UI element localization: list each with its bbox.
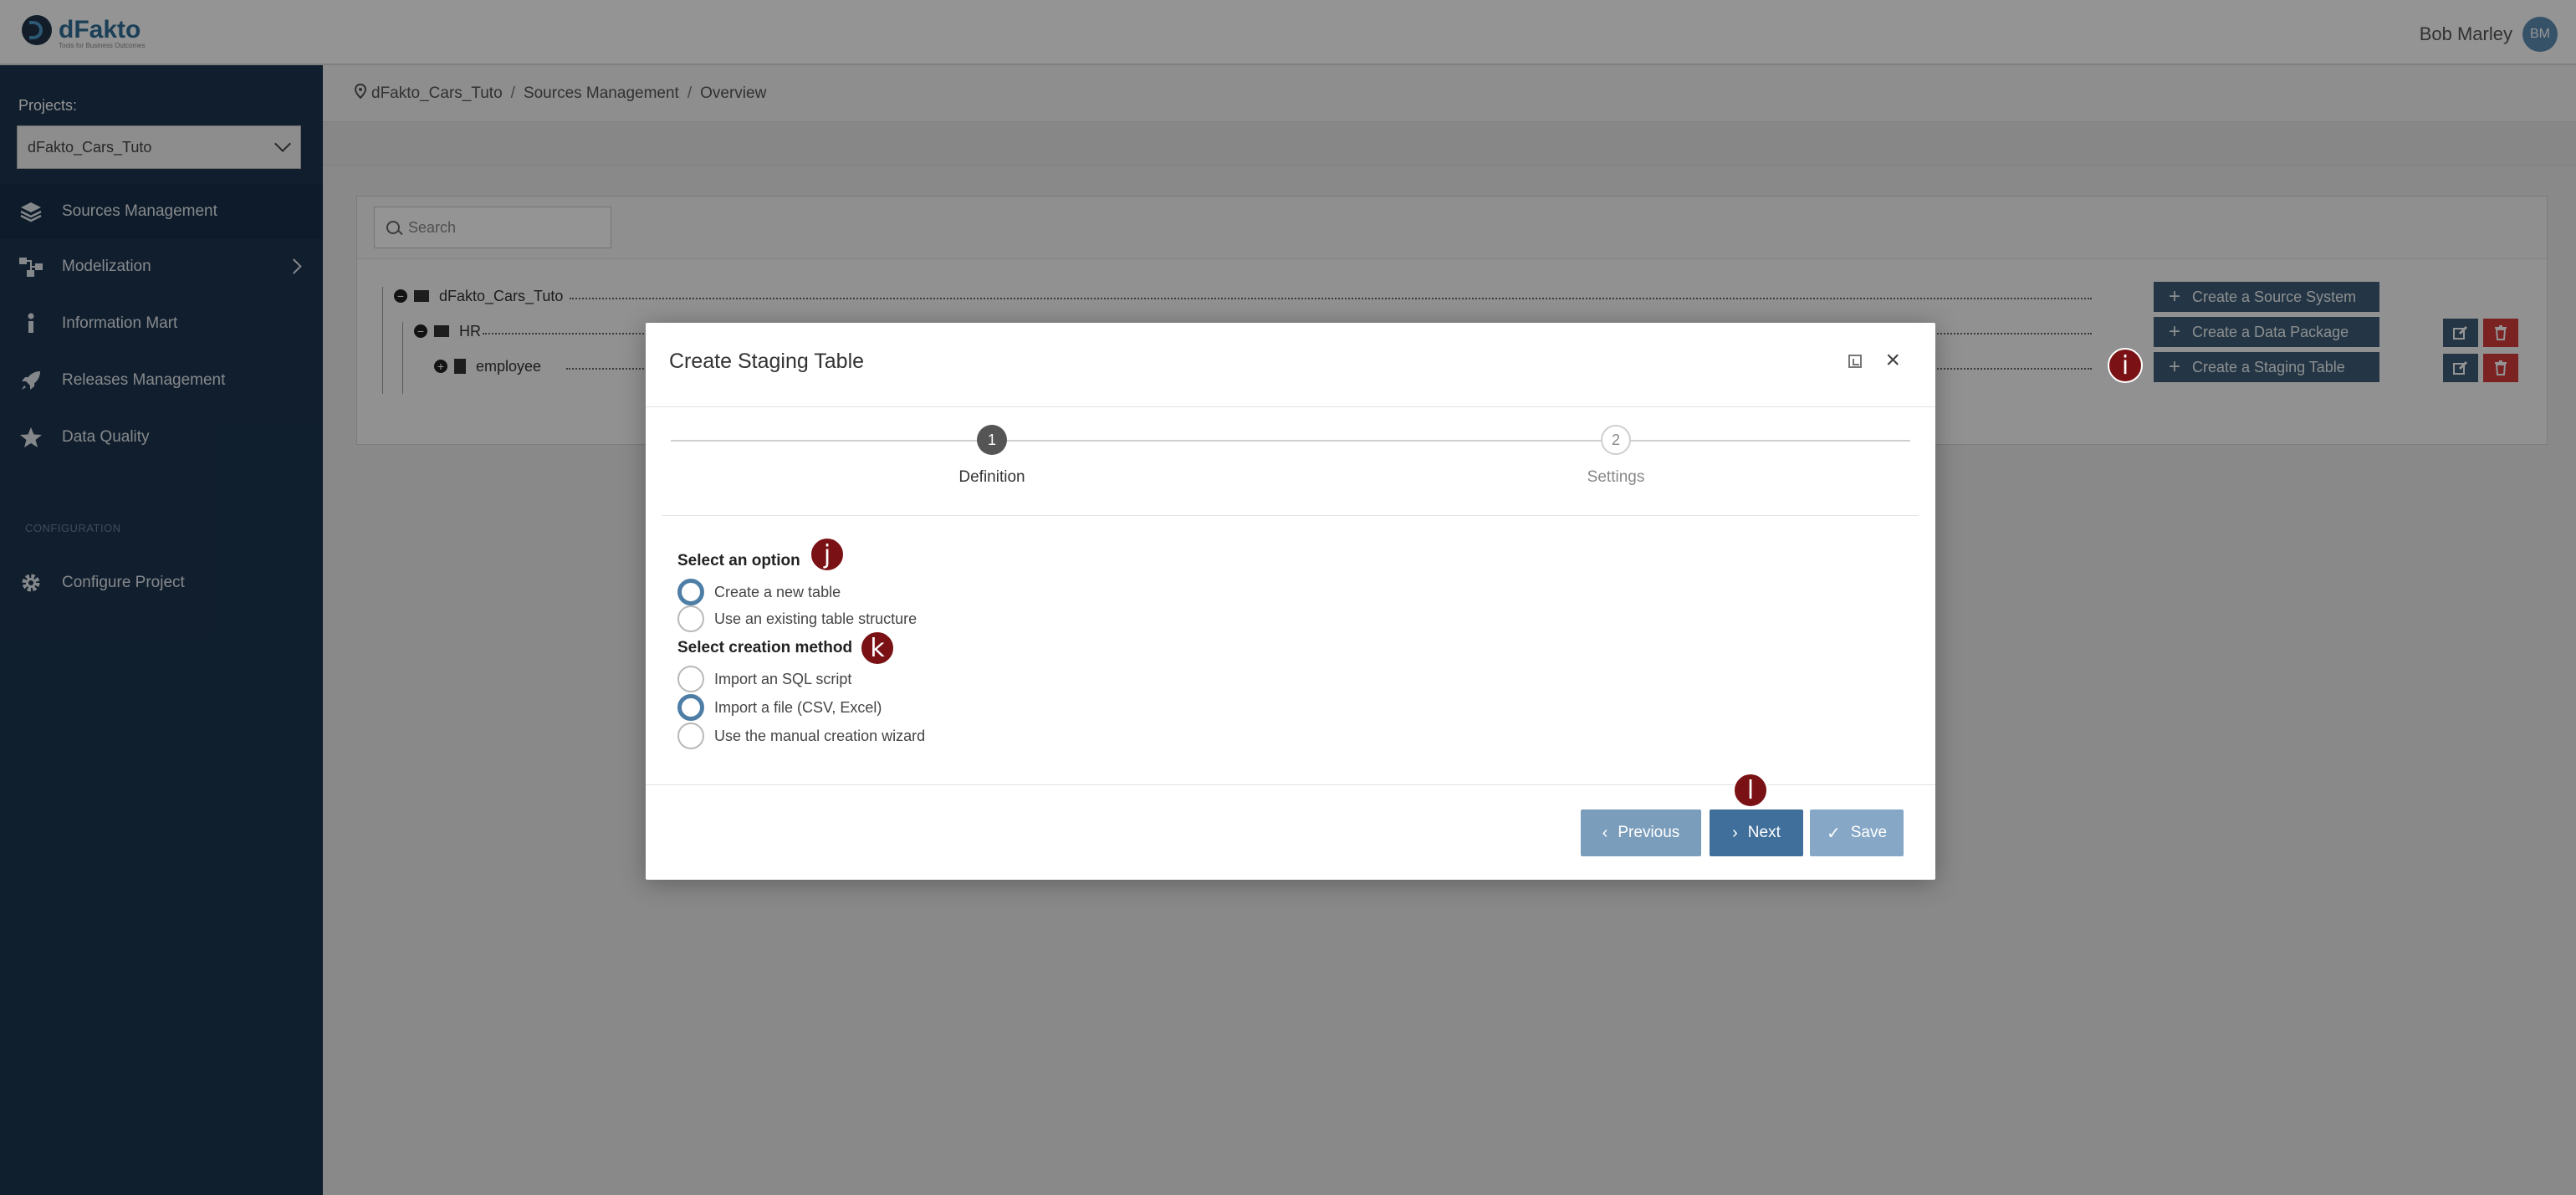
radio-button[interactable] (677, 579, 704, 605)
radio-button[interactable] (677, 605, 704, 632)
method-import-sql-script[interactable]: Import an SQL script (677, 666, 851, 692)
option-label: Create a new table (714, 583, 841, 600)
step-2-label: Settings (1587, 468, 1645, 486)
dialog-header: Create Staging Table × (646, 323, 1935, 407)
select-option-label: Select an option (677, 552, 800, 569)
radio-button[interactable] (677, 694, 704, 721)
chevron-left-icon: ‹ (1602, 823, 1608, 842)
annotation-marker-l: l (1733, 773, 1768, 808)
button-label: Previous (1618, 824, 1680, 841)
button-label: Next (1747, 824, 1781, 841)
chevron-right-icon: › (1732, 823, 1738, 842)
next-button[interactable]: › Next (1710, 809, 1803, 856)
method-label: Import an SQL script (714, 670, 852, 687)
button-label: Save (1850, 824, 1888, 841)
radio-button[interactable] (677, 723, 704, 749)
method-manual-wizard[interactable]: Use the manual creation wizard (677, 723, 925, 749)
option-create-new-table[interactable]: Create a new table (677, 579, 841, 605)
method-label: Import a file (CSV, Excel) (714, 698, 882, 716)
dialog-title: Create Staging Table (669, 350, 865, 373)
step-1-indicator[interactable]: 1 (977, 425, 1007, 455)
annotation-marker-j: j (810, 537, 845, 572)
radio-button[interactable] (677, 666, 704, 692)
method-import-file[interactable]: Import a file (CSV, Excel) (677, 694, 882, 721)
previous-button[interactable]: ‹ Previous (1581, 809, 1701, 856)
annotation-marker-i: i (2108, 348, 2143, 383)
annotation-marker-k: k (860, 631, 895, 666)
method-label: Use the manual creation wizard (714, 727, 926, 744)
save-button[interactable]: ✓ Save (1810, 809, 1904, 856)
stepper-divider (662, 515, 1919, 516)
step-2-indicator[interactable]: 2 (1601, 425, 1631, 455)
create-staging-table-dialog: Create Staging Table × 1 Definition 2 Se… (646, 323, 1935, 880)
check-icon: ✓ (1826, 824, 1841, 843)
option-use-existing-structure[interactable]: Use an existing table structure (677, 605, 917, 632)
option-label: Use an existing table structure (714, 610, 917, 627)
close-icon[interactable]: × (1885, 348, 1900, 373)
select-creation-method-label: Select creation method (677, 639, 853, 656)
step-1-label: Definition (958, 468, 1025, 486)
stepper-track (671, 440, 1910, 442)
maximize-icon[interactable] (1848, 355, 1862, 368)
